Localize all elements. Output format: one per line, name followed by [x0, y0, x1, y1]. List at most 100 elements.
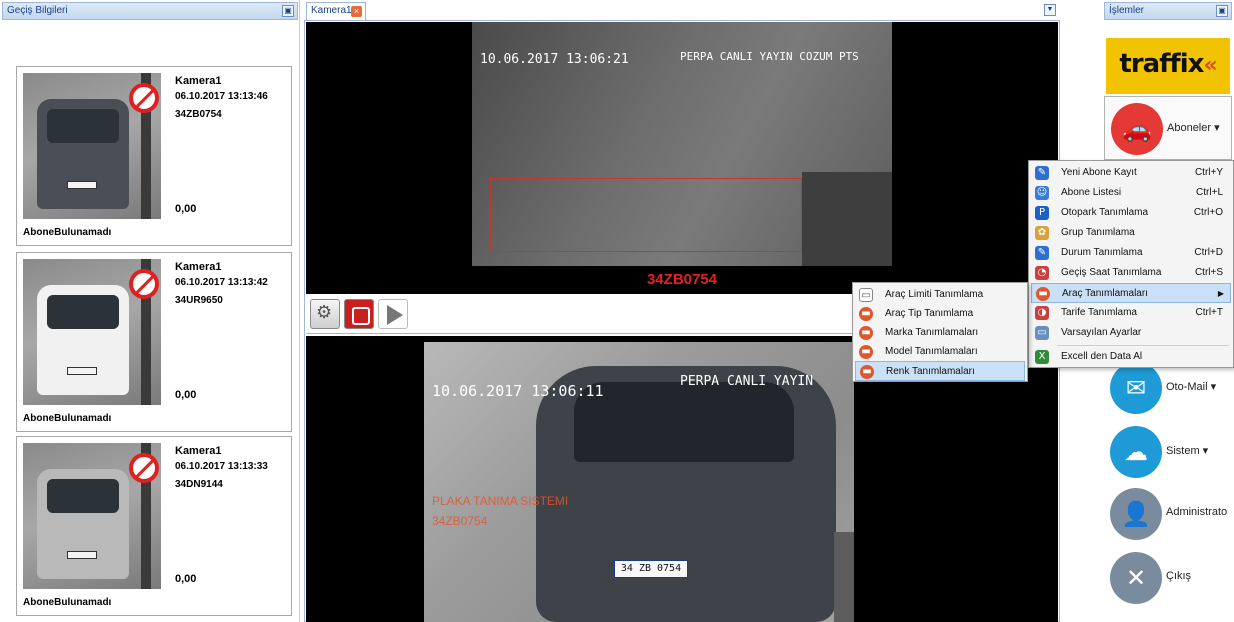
sistem-button[interactable]: ☁ Sistem ▾ — [1104, 420, 1232, 484]
card-plate: 34DN9144 — [175, 479, 223, 490]
car-icon: ▬ — [859, 326, 873, 340]
menu-item-yeni-abone-kayit[interactable]: ✎ Yeni Abone Kayıt Ctrl+Y — [1031, 163, 1231, 183]
cloud-server-icon: ☁ — [1110, 426, 1162, 478]
submenu-item-label: Model Tanımlamaları — [885, 346, 978, 357]
submenu-item-marka[interactable]: ▬ Marka Tanımlamaları — [855, 323, 1025, 343]
video-caption: PERPA CANLI YAYIN COZUM PTS — [680, 50, 859, 63]
card-camera: Kamera1 — [175, 445, 222, 457]
sistem-label: Sistem ▾ — [1166, 445, 1209, 457]
submenu-item-model[interactable]: ▬ Model Tanımlamaları — [855, 342, 1025, 362]
menu-item-gecis-saat-tanimlama[interactable]: ◔ Geçiş Saat Tanımlama Ctrl+S — [1031, 263, 1231, 283]
submenu-item-renk[interactable]: ▬ Renk Tanımlamaları — [855, 361, 1025, 381]
street-scene: 34 ZB 0754 10.06.2017 13:06:11 PERPA CAN… — [424, 342, 854, 622]
menu-shortcut: Ctrl+D — [1194, 247, 1223, 258]
menu-item-label: Tarife Tanımlama — [1061, 307, 1137, 318]
no-entry-sign-icon — [129, 83, 159, 113]
brand-text: traffix — [1119, 49, 1204, 79]
submenu-arrow-icon: ▶ — [1217, 289, 1224, 298]
menu-shortcut: Ctrl+Y — [1194, 167, 1223, 178]
pass-card-2[interactable]: Kamera1 06.10.2017 13:13:42 34UR9650 0,0… — [16, 252, 292, 432]
tariff-icon: ◑ — [1035, 306, 1049, 320]
menu-separator — [1057, 345, 1229, 346]
traffix-logo: traffix« — [1106, 38, 1230, 94]
card-plate: 34UR9650 — [175, 295, 223, 306]
user-icon: 👤 — [1110, 488, 1162, 540]
menu-item-label: Durum Tanımlama — [1061, 247, 1143, 258]
menu-item-tarife-tanimlama[interactable]: ◑ Tarife Tanımlama Ctrl+T — [1031, 303, 1231, 323]
vehicle-snapshot — [23, 443, 161, 589]
card-status: AboneBulunamadı — [23, 227, 112, 238]
menu-shortcut: Ctrl+L — [1196, 187, 1223, 198]
menu-item-varsayilan-ayarlar[interactable]: ▭ Varsayılan Ayarlar — [1031, 323, 1231, 343]
card-camera: Kamera1 — [175, 75, 222, 87]
pin-icon[interactable]: ▣ — [1216, 5, 1228, 17]
car-icon: ▬ — [1036, 287, 1050, 301]
menu-item-arac-tanimlamalari[interactable]: ▬ Araç Tanımlamaları ▶ — [1031, 283, 1231, 303]
car-icon: ▬ — [859, 307, 873, 321]
menu-shortcut: Ctrl+O — [1193, 207, 1223, 218]
vehicle-snapshot — [23, 73, 161, 219]
pass-card-1[interactable]: Kamera1 06.10.2017 13:13:46 34ZB0754 0,0… — [16, 66, 292, 246]
menu-shortcut: Ctrl+T — [1195, 307, 1224, 318]
card-time: 06.10.2017 13:13:33 — [175, 461, 268, 472]
aboneler-label: Aboneler ▾ — [1167, 122, 1220, 134]
cikis-label: Çıkış — [1166, 570, 1192, 582]
chevron-down-icon[interactable]: ▼ — [1044, 4, 1056, 16]
administrator-button[interactable]: 👤 Administrato — [1104, 482, 1232, 546]
submenu-item-label: Araç Limiti Tanımlama — [885, 289, 984, 300]
no-entry-sign-icon — [129, 269, 159, 299]
arac-tanimlamalari-submenu: ▭ Araç Limiti Tanımlama ▬ Araç Tip Tanım… — [852, 282, 1028, 382]
menu-item-label: Grup Tanımlama — [1061, 227, 1135, 238]
menu-item-abone-listesi[interactable]: ☺ Abone Listesi Ctrl+L — [1031, 183, 1231, 203]
play-button[interactable] — [378, 299, 408, 329]
video-timestamp: 10.06.2017 13:06:21 — [480, 52, 629, 67]
no-entry-sign-icon — [129, 453, 159, 483]
menu-item-otopark-tanimlama[interactable]: P Otopark Tanımlama Ctrl+O — [1031, 203, 1231, 223]
aboneler-button[interactable]: 🚗 Aboneler ▾ — [1104, 96, 1232, 160]
aboneler-dropdown-menu: ✎ Yeni Abone Kayıt Ctrl+Y ☺ Abone Listes… — [1028, 160, 1234, 368]
menu-item-label: Geçiş Saat Tanımlama — [1061, 267, 1162, 278]
menu-item-label: Otopark Tanımlama — [1061, 207, 1149, 218]
stop-button[interactable] — [344, 299, 374, 329]
pass-card-3[interactable]: Kamera1 06.10.2017 13:13:33 34DN9144 0,0… — [16, 436, 292, 616]
menu-item-label: Excell den Data Al — [1061, 351, 1143, 362]
car-icon: ▬ — [859, 345, 873, 359]
menu-item-excell-den-data-al[interactable]: X Excell den Data Al — [1031, 347, 1231, 367]
close-icon[interactable]: × — [351, 6, 362, 17]
overlay-system-name: PLAKA TANIMA SISTEMI — [432, 494, 569, 508]
settings-gear-button[interactable] — [310, 299, 340, 329]
submenu-item-label: Marka Tanımlamaları — [885, 327, 979, 338]
parking-icon: P — [1035, 206, 1049, 220]
oto-mail-label: Oto-Mail ▾ — [1166, 381, 1217, 393]
submenu-item-arac-tip[interactable]: ▬ Araç Tip Tanımlama — [855, 304, 1025, 324]
menu-item-label: Abone Listesi — [1061, 187, 1122, 198]
card-time: 06.10.2017 13:13:42 — [175, 277, 268, 288]
menu-shortcut: Ctrl+S — [1194, 267, 1223, 278]
left-panel-title: Geçiş Bilgileri — [7, 5, 68, 16]
card-plate: 34ZB0754 — [175, 109, 222, 120]
limit-icon: ▭ — [859, 288, 873, 302]
excel-icon: X — [1035, 350, 1049, 364]
menu-item-durum-tanimlama[interactable]: ✎ Durum Tanımlama Ctrl+D — [1031, 243, 1231, 263]
car-icon: 🚗 — [1111, 103, 1163, 155]
vehicle-snapshot — [23, 259, 161, 405]
car-license-plate: 34 ZB 0754 — [614, 560, 688, 578]
left-panel-header: Geçiş Bilgileri ▣ — [2, 2, 298, 20]
card-amount: 0,00 — [175, 203, 197, 215]
left-panel: Geçiş Bilgileri ▣ Kamera1 06.10.2017 13:… — [2, 0, 300, 622]
tab-kamera1[interactable]: Kamera1 × — [306, 2, 366, 20]
users-icon: ☺ — [1035, 186, 1049, 200]
pin-icon[interactable]: ▣ — [282, 5, 294, 17]
detection-zone — [490, 178, 802, 252]
menu-item-label: Yeni Abone Kayıt — [1061, 167, 1137, 178]
street-scene: 10.06.2017 13:06:21 PERPA CANLI YAYIN CO… — [472, 22, 892, 266]
card-status: AboneBulunamadı — [23, 413, 112, 424]
submenu-item-label: Renk Tanımlamaları — [886, 366, 975, 377]
submenu-item-arac-limiti[interactable]: ▭ Araç Limiti Tanımlama — [855, 285, 1025, 305]
video-caption: PERPA CANLI YAYIN — [680, 374, 814, 389]
administrator-label: Administrato — [1166, 506, 1228, 518]
cikis-button[interactable]: ✕ Çıkış — [1104, 546, 1232, 610]
card-time: 06.10.2017 13:13:46 — [175, 91, 268, 102]
menu-item-grup-tanimlama[interactable]: ✿ Grup Tanımlama — [1031, 223, 1231, 243]
brand-chevrons-icon: « — [1203, 53, 1217, 78]
